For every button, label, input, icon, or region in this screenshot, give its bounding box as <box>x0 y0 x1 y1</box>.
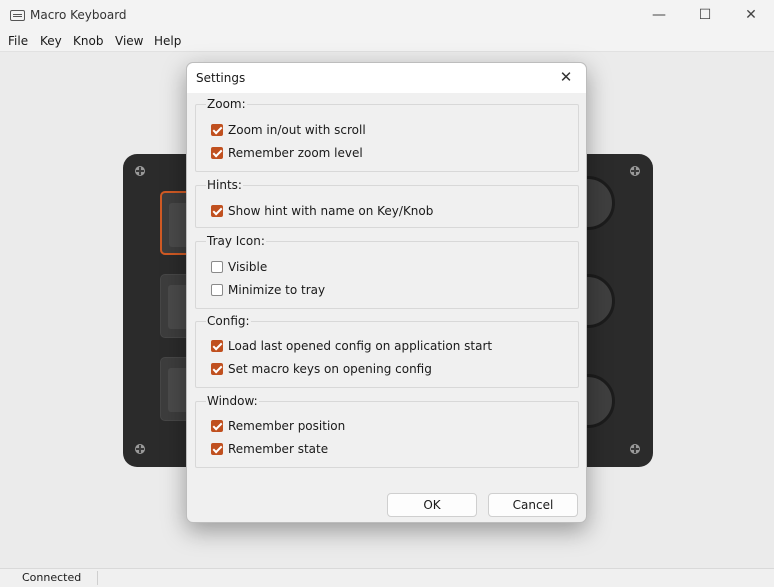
option-remember-state[interactable]: Remember state <box>211 441 328 457</box>
option-label: Remember state <box>228 442 329 456</box>
group-title-hints: Hints: <box>206 178 243 192</box>
menu-help[interactable]: Help <box>154 34 181 48</box>
checkbox-checked[interactable] <box>211 124 223 136</box>
menu-bar: File Key Knob View Help <box>0 31 774 51</box>
menu-knob[interactable]: Knob <box>73 34 103 48</box>
group-title-config: Config: <box>206 314 251 328</box>
option-label: Remember zoom level <box>228 146 363 160</box>
checkbox-checked[interactable] <box>211 443 223 455</box>
window-title: Macro Keyboard <box>30 8 127 22</box>
group-hints: Hints: Show hint with name on Key/Knob <box>195 178 579 228</box>
title-bar: Macro Keyboard — ☐ ✕ <box>0 0 774 31</box>
option-tray-visible[interactable]: Visible <box>211 259 267 275</box>
maximize-button[interactable]: ☐ <box>682 0 728 31</box>
status-divider <box>97 571 98 585</box>
checkbox-unchecked[interactable] <box>211 261 223 273</box>
option-label: Load last opened config on application s… <box>228 339 493 353</box>
checkbox-checked[interactable] <box>211 147 223 159</box>
option-show-hint[interactable]: Show hint with name on Key/Knob <box>211 203 433 219</box>
option-set-macro-keys[interactable]: Set macro keys on opening config <box>211 361 432 377</box>
menu-file[interactable]: File <box>8 34 28 48</box>
option-label: Minimize to tray <box>228 283 326 297</box>
keyboard-icon <box>10 10 25 21</box>
group-config: Config: Load last opened config on appli… <box>195 314 579 388</box>
option-remember-zoom[interactable]: Remember zoom level <box>211 145 363 161</box>
cancel-button[interactable]: Cancel <box>488 493 578 517</box>
checkbox-unchecked[interactable] <box>211 284 223 296</box>
dialog-title: Settings <box>196 71 246 85</box>
connection-status: Connected <box>22 571 82 584</box>
checkbox-checked[interactable] <box>211 363 223 375</box>
screw-icon <box>630 444 640 454</box>
option-label: Remember position <box>228 419 346 433</box>
status-bar: Connected <box>0 568 774 587</box>
option-zoom-scroll[interactable]: Zoom in/out with scroll <box>211 122 366 138</box>
settings-dialog: Settings ✕ Zoom: Zoom in/out with scroll… <box>186 62 587 523</box>
dialog-close-button[interactable]: ✕ <box>550 63 582 91</box>
screw-icon <box>135 444 145 454</box>
ok-button[interactable]: OK <box>387 493 477 517</box>
menu-key[interactable]: Key <box>40 34 62 48</box>
option-label: Set macro keys on opening config <box>228 362 432 376</box>
option-label: Visible <box>228 260 268 274</box>
close-button[interactable]: ✕ <box>728 0 774 31</box>
minimize-button[interactable]: — <box>636 0 682 31</box>
group-zoom: Zoom: Zoom in/out with scroll Remember z… <box>195 97 579 172</box>
group-window: Window: Remember position Remember state <box>195 394 579 468</box>
checkbox-checked[interactable] <box>211 420 223 432</box>
group-title-tray: Tray Icon: <box>206 234 266 248</box>
option-minimize-tray[interactable]: Minimize to tray <box>211 282 325 298</box>
option-remember-position[interactable]: Remember position <box>211 418 345 434</box>
checkbox-checked[interactable] <box>211 340 223 352</box>
option-label: Zoom in/out with scroll <box>228 123 366 137</box>
screw-icon <box>135 166 145 176</box>
checkbox-checked[interactable] <box>211 205 223 217</box>
option-load-last-config[interactable]: Load last opened config on application s… <box>211 338 492 354</box>
screw-icon <box>630 166 640 176</box>
group-title-window: Window: <box>206 394 259 408</box>
group-tray-icon: Tray Icon: Visible Minimize to tray <box>195 234 579 309</box>
option-label: Show hint with name on Key/Knob <box>228 204 434 218</box>
menu-view[interactable]: View <box>115 34 143 48</box>
group-title-zoom: Zoom: <box>206 97 247 111</box>
dialog-title-bar: Settings ✕ <box>187 63 586 93</box>
